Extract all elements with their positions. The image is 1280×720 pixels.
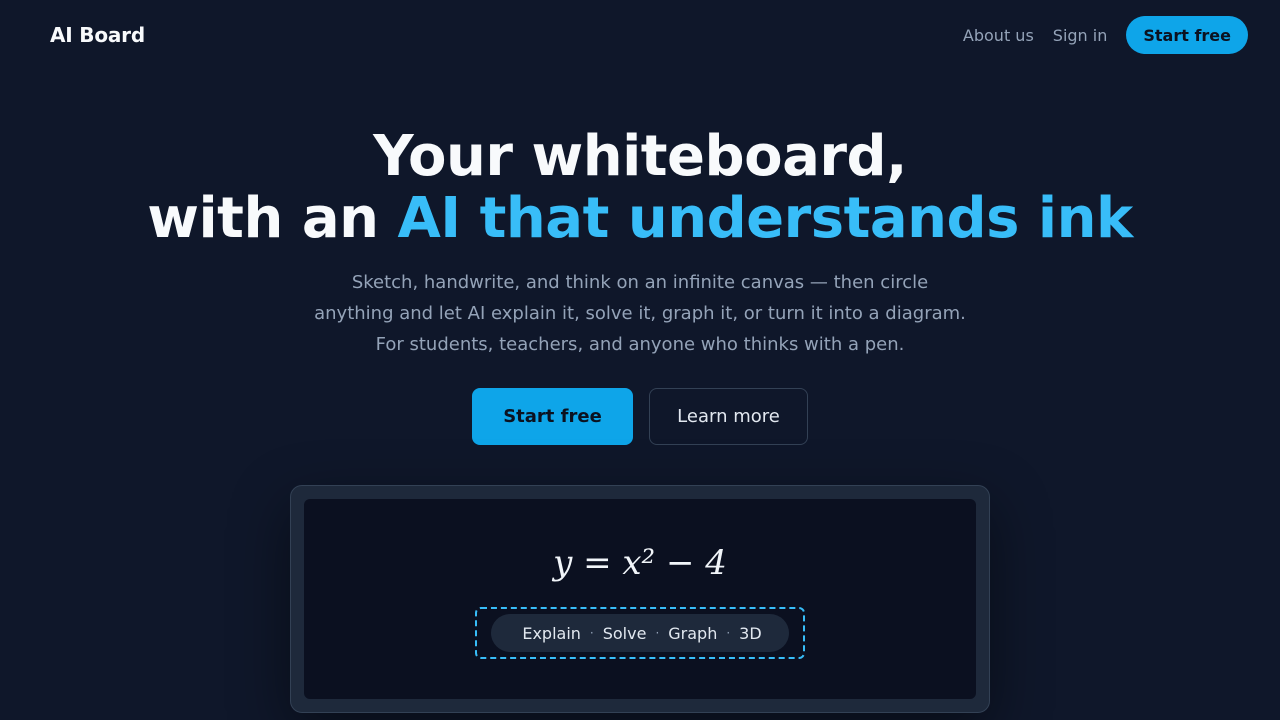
hero-title-line2-prefix: with an [147, 186, 398, 251]
hero-subtitle: Sketch, handwrite, and think on an infin… [0, 267, 1280, 360]
nav-link-sign-in[interactable]: Sign in [1053, 26, 1108, 45]
hero-learn-more-button[interactable]: Learn more [649, 388, 808, 445]
whiteboard-preview: y = x² − 4 Explain · Solve · Graph · 3D [290, 485, 990, 713]
whiteboard-canvas[interactable]: y = x² − 4 Explain · Solve · Graph · 3D [304, 499, 976, 699]
handwritten-equation: y = x² − 4 [553, 543, 727, 583]
hero-title-line1: Your whiteboard, [373, 124, 907, 189]
brand-logo[interactable]: AI Board [50, 23, 145, 47]
hero-cta-row: Start free Learn more [0, 388, 1280, 445]
hero-subtitle-line1: Sketch, handwrite, and think on an infin… [351, 272, 929, 293]
hero-subtitle-line3: For students, teachers, and anyone who t… [375, 334, 905, 355]
action-explain[interactable]: Explain [513, 624, 590, 643]
action-3d[interactable]: 3D [730, 624, 771, 643]
ai-action-menu: Explain · Solve · Graph · 3D [491, 614, 789, 652]
nav-start-free-button[interactable]: Start free [1126, 16, 1248, 54]
lasso-selection[interactable]: Explain · Solve · Graph · 3D [475, 607, 805, 659]
action-solve[interactable]: Solve [594, 624, 656, 643]
hero-subtitle-line2: anything and let AI explain it, solve it… [314, 303, 966, 324]
nav-link-about[interactable]: About us [963, 26, 1034, 45]
top-nav: AI Board About us Sign in Start free [0, 0, 1280, 70]
nav-links: About us Sign in Start free [963, 16, 1248, 54]
hero-title-accent: AI that understands ink [397, 186, 1133, 251]
hero-title: Your whiteboard, with an AI that underst… [0, 126, 1280, 250]
hero-start-free-button[interactable]: Start free [472, 388, 633, 445]
action-graph[interactable]: Graph [659, 624, 726, 643]
